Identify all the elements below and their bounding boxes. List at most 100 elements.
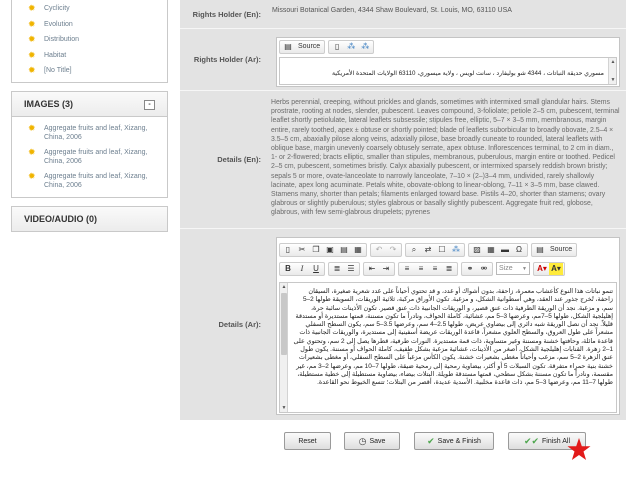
rights-holder-ar-label: Rights Holder (Ar):: [193, 55, 261, 64]
tree-item[interactable]: ✹ Cyclicity: [12, 1, 167, 17]
images-list: ✹ Aggregate fruits and leaf, Xizang, Chin…: [11, 116, 168, 198]
vertical-scrollbar[interactable]: ▲ ▼: [608, 58, 616, 84]
scroll-down-icon[interactable]: ▼: [609, 76, 616, 84]
toolbar-group: ▤ Source: [531, 242, 578, 257]
paste-text-icon[interactable]: ▤: [337, 244, 351, 256]
bullet-list-icon[interactable]: ☰: [344, 263, 358, 275]
tree-item[interactable]: ✹ [No Title]: [12, 63, 167, 79]
select-all-icon[interactable]: ☐: [435, 244, 449, 256]
details-ar-row: Details (Ar): ▯ ✂ ❐ ▣ ▤ ▦ ↶ ↷ ⌕ ⇄ ☐ ⁂ ▨ …: [180, 229, 626, 420]
left-sidebar: ✹ Cyclicity ✹ Evolution ✹ Distribution ✹ Hab…: [11, 0, 168, 232]
link-icon[interactable]: ⚭: [463, 263, 477, 275]
table-icon[interactable]: ▦: [484, 244, 498, 256]
underline-button[interactable]: U: [309, 263, 323, 275]
clock-icon: ◷: [358, 435, 367, 446]
toolbar-group: ▯ ⁂ ⁂: [328, 39, 375, 54]
save-button[interactable]: ◷ Save: [344, 432, 400, 450]
indent-icon[interactable]: ⇥: [379, 263, 393, 275]
save-finish-button-label: Save & Finish: [437, 437, 481, 445]
details-ar-textarea[interactable]: ▲ ▼ تنمو نباتات هذا النوع كأعشاب معمرة، …: [279, 282, 617, 413]
tree-item[interactable]: ✹ Habitat: [12, 48, 167, 64]
toolbar-group: ▯ ✂ ❐ ▣ ▤ ▦: [279, 242, 367, 257]
toolbar-group: ▨ ▦ ▬ Ω: [468, 242, 528, 257]
new-page-icon[interactable]: ▯: [330, 41, 344, 53]
toolbar-group: ▤ Source: [279, 39, 326, 54]
paste-icon[interactable]: ▣: [323, 244, 337, 256]
align-center-icon[interactable]: ≡: [414, 263, 428, 275]
finish-all-button-label: Finish All: [542, 437, 571, 445]
align-right-icon[interactable]: ≡: [428, 263, 442, 275]
tree-item[interactable]: ✹ Distribution: [12, 32, 167, 48]
align-left-icon[interactable]: ≡: [400, 263, 414, 275]
reset-button[interactable]: Reset: [284, 432, 331, 450]
source-button[interactable]: Source: [295, 41, 323, 53]
source-button[interactable]: Source: [547, 244, 575, 256]
italic-button[interactable]: I: [295, 263, 309, 275]
rights-holder-ar-textarea[interactable]: مسوري حديقة النباتات ، 4344 شو بوليفارد …: [279, 57, 617, 85]
justify-icon[interactable]: ≣: [442, 263, 456, 275]
image-list-item[interactable]: ✹ Aggregate fruits and leaf, Xizang, Chin…: [12, 145, 167, 169]
red-star-icon: [567, 438, 591, 460]
scroll-up-icon[interactable]: ▲: [609, 58, 616, 66]
cut-icon[interactable]: ✂: [295, 244, 309, 256]
replace-icon[interactable]: ⇄: [421, 244, 435, 256]
source-doc-icon[interactable]: ▤: [533, 244, 547, 256]
sun-icon: ✹: [28, 170, 36, 181]
images-panel-header[interactable]: IMAGES (3) -: [11, 90, 168, 117]
toolbar-group: ⚭ ⚮: [461, 261, 493, 276]
section-tree: ✹ Cyclicity ✹ Evolution ✹ Distribution ✹ Hab…: [11, 0, 168, 83]
video-audio-panel-title: VIDEO/AUDIO (0): [24, 213, 98, 224]
special-char-icon[interactable]: Ω: [512, 244, 526, 256]
new-page-icon[interactable]: ▯: [281, 244, 295, 256]
rights-holder-en-row: Rights Holder (En): Missouri Botanical G…: [180, 0, 626, 28]
rights-holder-en-label: Rights Holder (En):: [192, 9, 261, 19]
background-color-icon[interactable]: A▾: [549, 262, 563, 275]
details-ar-text[interactable]: تنمو نباتات هذا النوع كأعشاب معمرة، زاحف…: [289, 283, 616, 390]
scroll-up-icon[interactable]: ▲: [280, 283, 288, 291]
find-icon[interactable]: ⌕: [407, 244, 421, 256]
text-color-icon[interactable]: A▾: [535, 263, 549, 275]
vertical-scrollbar[interactable]: ▲ ▼: [280, 283, 288, 412]
undo-icon[interactable]: ↶: [372, 244, 386, 256]
horizontal-rule-icon[interactable]: ▬: [498, 244, 512, 256]
toolbar-group: ≡ ≡ ≡ ≣: [398, 261, 458, 276]
spellcheck-options-icon[interactable]: ⁂: [358, 41, 372, 53]
toolbar-group: ⌕ ⇄ ☐ ⁂: [405, 242, 465, 257]
outdent-icon[interactable]: ⇤: [365, 263, 379, 275]
spellcheck-icon[interactable]: ⁂: [449, 244, 463, 256]
star-shape: [567, 438, 591, 460]
image-list-item[interactable]: ✹ Aggregate fruits and leaf, Xizang, Chin…: [12, 169, 167, 193]
sun-icon: ✹: [28, 122, 36, 133]
collapse-button[interactable]: -: [144, 99, 155, 110]
toolbar-group: ⇤ ⇥: [363, 261, 395, 276]
details-en-label: Details (En):: [217, 155, 261, 164]
numbered-list-icon[interactable]: ≣: [330, 263, 344, 275]
sun-icon: ✹: [28, 18, 36, 29]
save-finish-button[interactable]: ✔ Save & Finish: [414, 432, 494, 450]
rights-holder-ar-text[interactable]: مسوري حديقة النباتات ، 4344 شو بوليفارد …: [280, 58, 616, 80]
bold-button[interactable]: B: [281, 263, 295, 275]
source-doc-icon[interactable]: ▤: [281, 41, 295, 53]
scrollbar-thumb[interactable]: [281, 293, 287, 355]
toolbar-group: ↶ ↷: [370, 242, 402, 257]
spellcheck-icon[interactable]: ⁂: [344, 41, 358, 53]
image-list-item[interactable]: ✹ Aggregate fruits and leaf, Xizang, Chin…: [12, 121, 167, 145]
sun-icon: ✹: [28, 146, 36, 157]
video-audio-panel-header[interactable]: VIDEO/AUDIO (0): [11, 205, 168, 232]
redo-icon[interactable]: ↷: [386, 244, 400, 256]
unlink-icon[interactable]: ⚮: [477, 263, 491, 275]
scroll-down-icon[interactable]: ▼: [280, 404, 288, 412]
edit-form: Rights Holder (En): Missouri Botanical G…: [180, 0, 626, 420]
tree-item[interactable]: ✹ Evolution: [12, 17, 167, 33]
sun-icon: ✹: [28, 3, 36, 14]
save-button-label: Save: [369, 437, 386, 445]
dropdown-arrow-icon: ▼: [522, 265, 527, 272]
copy-icon[interactable]: ❐: [309, 244, 323, 256]
details-ar-label: Details (Ar):: [218, 320, 261, 329]
image-icon[interactable]: ▨: [470, 244, 484, 256]
details-en-row: Details (En): Herbs perennial, creeping,…: [180, 91, 626, 228]
paste-word-icon[interactable]: ▦: [351, 244, 365, 256]
details-en-text: Herbs perennial, creeping, without prick…: [271, 99, 620, 217]
rights-holder-en-value: Missouri Botanical Garden, 4344 Shaw Bou…: [272, 7, 512, 14]
font-size-select[interactable]: Size ▼: [496, 262, 530, 275]
